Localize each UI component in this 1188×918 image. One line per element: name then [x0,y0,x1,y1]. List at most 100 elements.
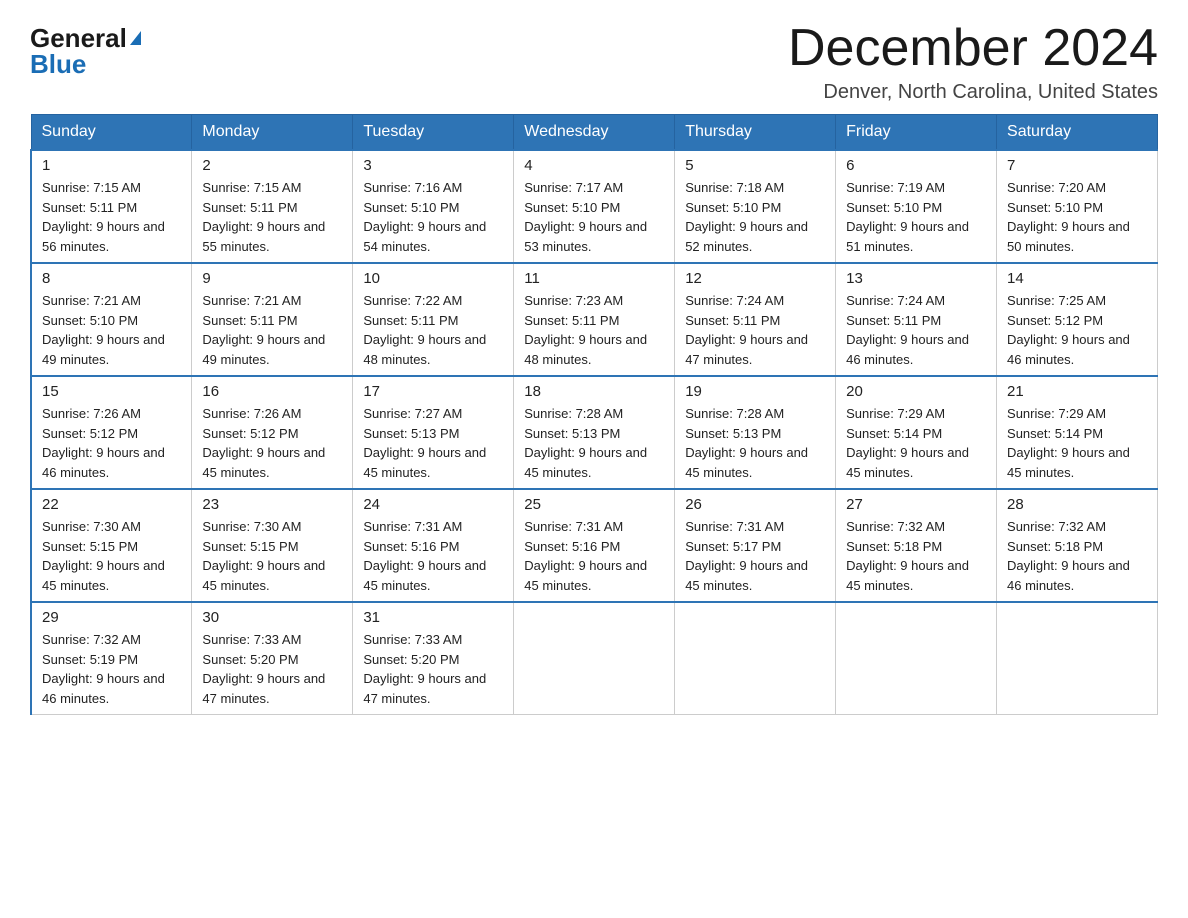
day-number: 31 [363,609,503,626]
calendar-cell: 13 Sunrise: 7:24 AMSunset: 5:11 PMDayligh… [836,263,997,376]
logo-blue-text: Blue [30,51,86,77]
calendar-cell: 1 Sunrise: 7:15 AMSunset: 5:11 PMDaylight… [31,150,192,263]
day-number: 3 [363,157,503,174]
day-number: 17 [363,383,503,400]
day-number: 13 [846,270,986,287]
day-number: 12 [685,270,825,287]
month-title: December 2024 [788,20,1158,77]
day-info: Sunrise: 7:24 AMSunset: 5:11 PMDaylight:… [685,291,825,369]
day-info: Sunrise: 7:21 AMSunset: 5:11 PMDaylight:… [202,291,342,369]
day-info: Sunrise: 7:28 AMSunset: 5:13 PMDaylight:… [685,404,825,482]
day-number: 16 [202,383,342,400]
day-info: Sunrise: 7:15 AMSunset: 5:11 PMDaylight:… [202,178,342,256]
week-row-4: 22 Sunrise: 7:30 AMSunset: 5:15 PMDayligh… [31,489,1158,602]
day-info: Sunrise: 7:26 AMSunset: 5:12 PMDaylight:… [42,404,181,482]
day-number: 28 [1007,496,1147,513]
weekday-header-row: SundayMondayTuesdayWednesdayThursdayFrid… [31,115,1158,151]
calendar-cell: 23 Sunrise: 7:30 AMSunset: 5:15 PMDayligh… [192,489,353,602]
day-info: Sunrise: 7:15 AMSunset: 5:11 PMDaylight:… [42,178,181,256]
calendar-cell: 29 Sunrise: 7:32 AMSunset: 5:19 PMDayligh… [31,602,192,715]
day-number: 24 [363,496,503,513]
day-number: 4 [524,157,664,174]
day-info: Sunrise: 7:23 AMSunset: 5:11 PMDaylight:… [524,291,664,369]
day-number: 11 [524,270,664,287]
day-info: Sunrise: 7:24 AMSunset: 5:11 PMDaylight:… [846,291,986,369]
calendar-cell: 4Sunrise: 7:17 AMSunset: 5:10 PMDaylight… [514,150,675,263]
week-row-3: 15 Sunrise: 7:26 AMSunset: 5:12 PMDayligh… [31,376,1158,489]
day-info: Sunrise: 7:27 AMSunset: 5:13 PMDaylight:… [363,404,503,482]
day-number: 14 [1007,270,1147,287]
calendar-cell: 21 Sunrise: 7:29 AMSunset: 5:14 PMDayligh… [997,376,1158,489]
day-number: 20 [846,383,986,400]
calendar-cell: 9Sunrise: 7:21 AMSunset: 5:11 PMDaylight… [192,263,353,376]
day-info: Sunrise: 7:33 AMSunset: 5:20 PMDaylight:… [363,630,503,708]
weekday-header-saturday: Saturday [997,115,1158,151]
day-info: Sunrise: 7:26 AMSunset: 5:12 PMDaylight:… [202,404,342,482]
day-info: Sunrise: 7:29 AMSunset: 5:14 PMDaylight:… [846,404,986,482]
day-info: Sunrise: 7:32 AMSunset: 5:19 PMDaylight:… [42,630,181,708]
day-info: Sunrise: 7:29 AMSunset: 5:14 PMDaylight:… [1007,404,1147,482]
calendar-cell: 30Sunrise: 7:33 AMSunset: 5:20 PMDayligh… [192,602,353,715]
calendar-cell [997,602,1158,715]
calendar-cell: 14 Sunrise: 7:25 AMSunset: 5:12 PMDayligh… [997,263,1158,376]
calendar-cell [675,602,836,715]
day-info: Sunrise: 7:33 AMSunset: 5:20 PMDaylight:… [202,630,342,708]
day-info: Sunrise: 7:31 AMSunset: 5:16 PMDaylight:… [524,517,664,595]
calendar-cell: 31 Sunrise: 7:33 AMSunset: 5:20 PMDayligh… [353,602,514,715]
calendar-cell: 7 Sunrise: 7:20 AMSunset: 5:10 PMDaylight… [997,150,1158,263]
day-info: Sunrise: 7:25 AMSunset: 5:12 PMDaylight:… [1007,291,1147,369]
day-number: 18 [524,383,664,400]
day-info: Sunrise: 7:32 AMSunset: 5:18 PMDaylight:… [846,517,986,595]
calendar-cell: 26 Sunrise: 7:31 AMSunset: 5:17 PMDayligh… [675,489,836,602]
calendar-cell: 10 Sunrise: 7:22 AMSunset: 5:11 PMDayligh… [353,263,514,376]
calendar-cell: 20 Sunrise: 7:29 AMSunset: 5:14 PMDayligh… [836,376,997,489]
calendar-cell [836,602,997,715]
day-info: Sunrise: 7:16 AMSunset: 5:10 PMDaylight:… [363,178,503,256]
weekday-header-friday: Friday [836,115,997,151]
day-number: 8 [42,270,181,287]
day-number: 22 [42,496,181,513]
day-info: Sunrise: 7:21 AMSunset: 5:10 PMDaylight:… [42,291,181,369]
calendar-cell: 12 Sunrise: 7:24 AMSunset: 5:11 PMDayligh… [675,263,836,376]
logo-triangle-icon [130,31,141,45]
weekday-header-tuesday: Tuesday [353,115,514,151]
calendar-cell [514,602,675,715]
day-number: 6 [846,157,986,174]
day-number: 27 [846,496,986,513]
day-info: Sunrise: 7:22 AMSunset: 5:11 PMDaylight:… [363,291,503,369]
title-area: December 2024 Denver, North Carolina, Un… [788,20,1158,104]
day-number: 25 [524,496,664,513]
day-info: Sunrise: 7:31 AMSunset: 5:16 PMDaylight:… [363,517,503,595]
day-info: Sunrise: 7:18 AMSunset: 5:10 PMDaylight:… [685,178,825,256]
day-info: Sunrise: 7:19 AMSunset: 5:10 PMDaylight:… [846,178,986,256]
week-row-2: 8 Sunrise: 7:21 AMSunset: 5:10 PMDaylight… [31,263,1158,376]
day-number: 15 [42,383,181,400]
week-row-1: 1 Sunrise: 7:15 AMSunset: 5:11 PMDaylight… [31,150,1158,263]
calendar-cell: 5 Sunrise: 7:18 AMSunset: 5:10 PMDaylight… [675,150,836,263]
day-number: 29 [42,609,181,626]
day-info: Sunrise: 7:30 AMSunset: 5:15 PMDaylight:… [202,517,342,595]
day-number: 26 [685,496,825,513]
day-info: Sunrise: 7:30 AMSunset: 5:15 PMDaylight:… [42,517,181,595]
day-info: Sunrise: 7:28 AMSunset: 5:13 PMDaylight:… [524,404,664,482]
day-info: Sunrise: 7:20 AMSunset: 5:10 PMDaylight:… [1007,178,1147,256]
weekday-header-monday: Monday [192,115,353,151]
logo: General Blue [30,20,141,77]
day-number: 5 [685,157,825,174]
calendar-cell: 24 Sunrise: 7:31 AMSunset: 5:16 PMDayligh… [353,489,514,602]
day-number: 1 [42,157,181,174]
weekday-header-sunday: Sunday [31,115,192,151]
day-number: 21 [1007,383,1147,400]
calendar-cell: 19Sunrise: 7:28 AMSunset: 5:13 PMDayligh… [675,376,836,489]
page-header: General Blue December 2024 Denver, North… [30,20,1158,104]
day-number: 23 [202,496,342,513]
weekday-header-wednesday: Wednesday [514,115,675,151]
day-number: 10 [363,270,503,287]
day-number: 7 [1007,157,1147,174]
calendar-cell: 15 Sunrise: 7:26 AMSunset: 5:12 PMDayligh… [31,376,192,489]
weekday-header-thursday: Thursday [675,115,836,151]
logo-general-text: General [30,25,141,51]
calendar-cell: 2Sunrise: 7:15 AMSunset: 5:11 PMDaylight… [192,150,353,263]
calendar-cell: 18 Sunrise: 7:28 AMSunset: 5:13 PMDayligh… [514,376,675,489]
day-info: Sunrise: 7:31 AMSunset: 5:17 PMDaylight:… [685,517,825,595]
